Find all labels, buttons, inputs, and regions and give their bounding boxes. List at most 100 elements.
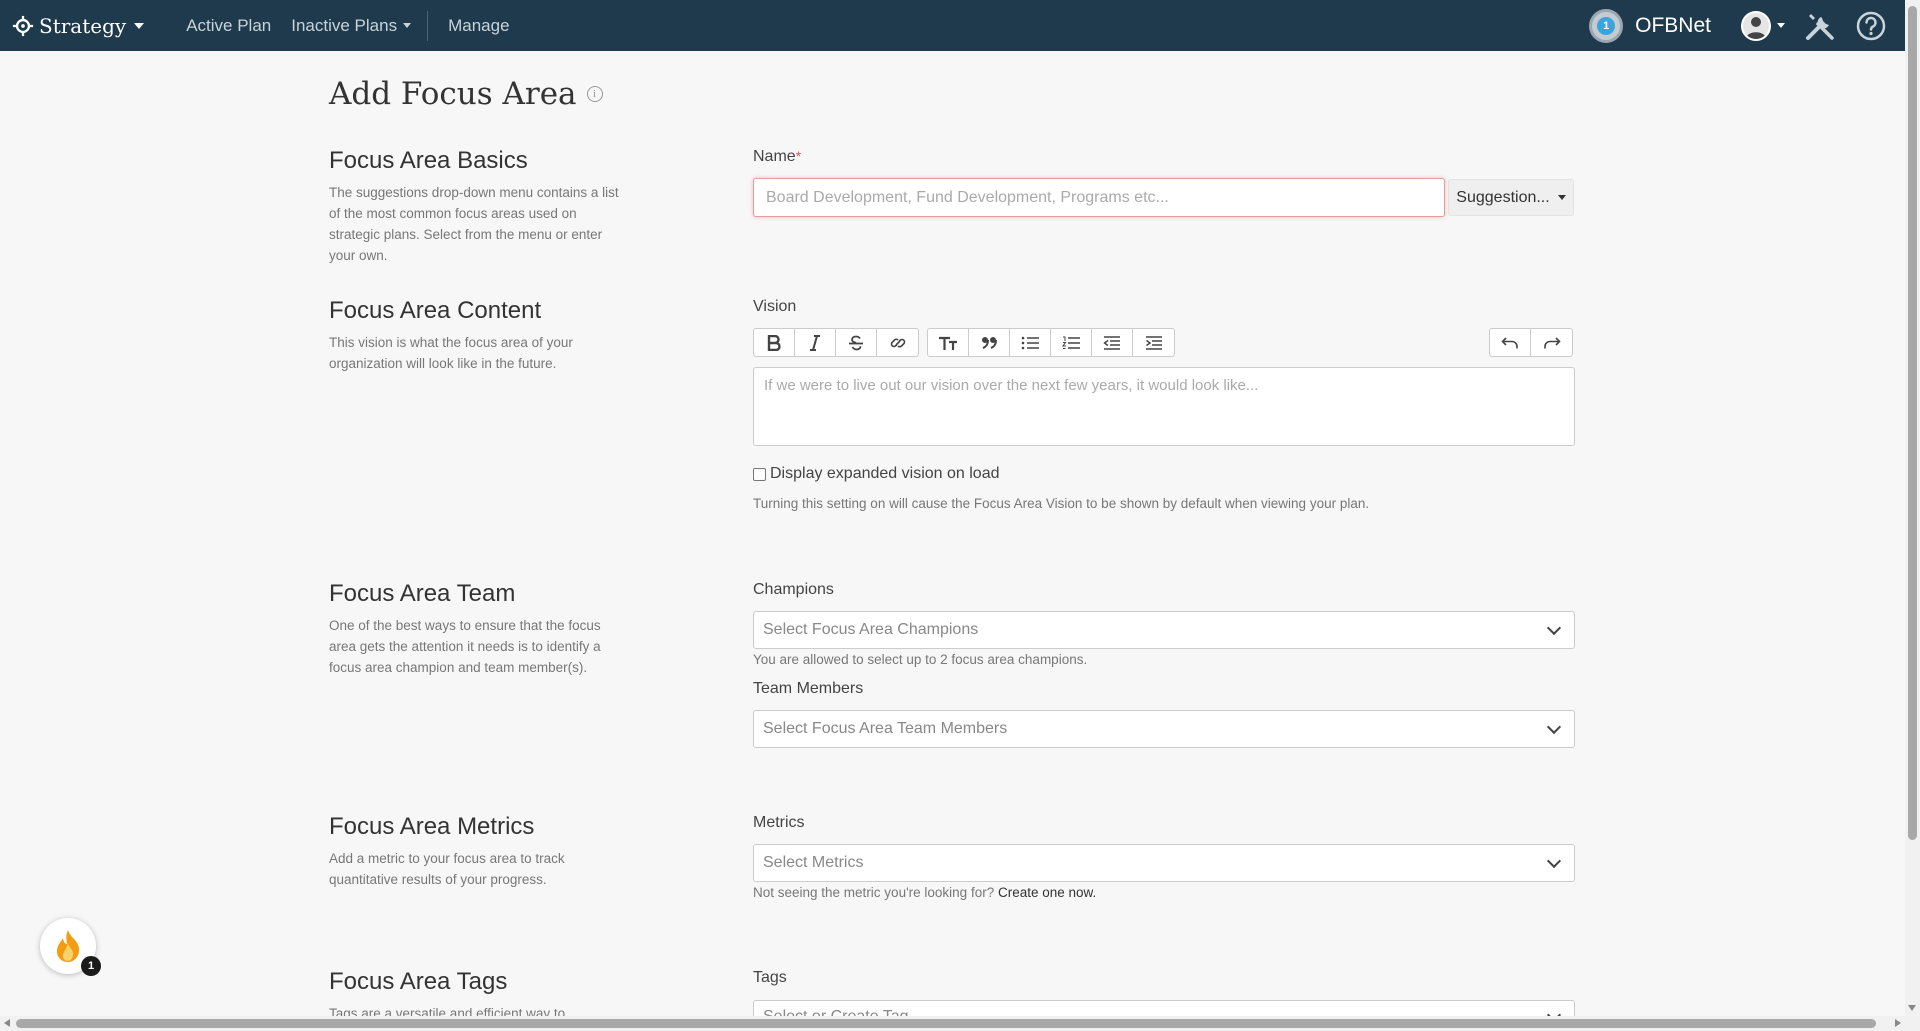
- team-members-label: Team Members: [753, 680, 864, 697]
- help-button[interactable]: [1855, 10, 1887, 42]
- display-expanded-checkbox[interactable]: [753, 467, 766, 481]
- brand-menu[interactable]: Strategy: [12, 13, 145, 38]
- vertical-scroll-thumb[interactable]: [1908, 6, 1917, 840]
- org-badge: 1: [1597, 16, 1616, 35]
- tags-label: Tags: [753, 969, 787, 986]
- champions-placeholder: Select Focus Area Champions: [763, 621, 979, 638]
- nav-divider: [427, 10, 429, 41]
- quote-icon: [982, 336, 997, 349]
- metrics-help-text: Not seeing the metric you're looking for…: [753, 885, 995, 900]
- section-desc-basics: The suggestions drop-down menu contains …: [329, 185, 619, 263]
- display-expanded-row: Display expanded vision on load: [753, 465, 999, 483]
- name-input[interactable]: [753, 178, 1445, 217]
- history-group: [1489, 328, 1573, 357]
- create-metric-link[interactable]: Create one now.: [998, 885, 1096, 900]
- suggestion-label: Suggestion...: [1456, 188, 1550, 206]
- display-expanded-help: Turning this setting on will cause the F…: [753, 496, 1370, 511]
- section-title-tags: Focus Area Tags: [329, 968, 508, 995]
- scroll-right-arrow-icon[interactable]: [1895, 1019, 1901, 1027]
- suggestion-dropdown[interactable]: Suggestion...: [1448, 179, 1574, 216]
- outdent-icon: [1103, 335, 1120, 350]
- org-logo-icon[interactable]: 1: [1589, 8, 1624, 43]
- vertical-scrollbar[interactable]: [1905, 0, 1920, 1031]
- team-members-select[interactable]: Select Focus Area Team Members: [753, 710, 1575, 748]
- nav-inactive-plans[interactable]: Inactive Plans: [291, 16, 412, 36]
- metrics-placeholder: Select Metrics: [763, 854, 864, 871]
- name-label: Name*: [753, 148, 801, 166]
- italic-icon: [810, 334, 820, 351]
- notification-count-badge: 1: [81, 956, 101, 976]
- undo-icon: [1501, 336, 1518, 348]
- editor-toolbar: [753, 328, 1183, 357]
- indent-icon: [1145, 335, 1162, 350]
- chevron-down-icon: [134, 22, 145, 29]
- team-members-placeholder: Select Focus Area Team Members: [763, 720, 1008, 737]
- section-title-basics: Focus Area Basics: [329, 147, 528, 174]
- required-marker: *: [795, 148, 802, 164]
- link-button[interactable]: [877, 329, 918, 356]
- scroll-down-arrow-icon[interactable]: [1908, 1005, 1916, 1011]
- section-desc-team: One of the best ways to ensure that the …: [329, 618, 601, 675]
- user-icon: [1746, 16, 1766, 39]
- section-desc-content: This vision is what the focus area of yo…: [329, 335, 573, 371]
- numbered-list-button[interactable]: [1051, 329, 1092, 356]
- bold-button[interactable]: [754, 329, 795, 356]
- quote-button[interactable]: [969, 329, 1010, 356]
- help-icon: [1856, 11, 1886, 40]
- section-desc-metrics: Add a metric to your focus area to track…: [329, 851, 565, 887]
- format-group: [753, 328, 919, 357]
- redo-button[interactable]: [1531, 329, 1572, 356]
- nav-manage[interactable]: Manage: [448, 16, 509, 36]
- bullet-list-button[interactable]: [1010, 329, 1051, 356]
- metrics-label: Metrics: [753, 814, 805, 831]
- strikethrough-button[interactable]: [836, 329, 877, 356]
- metrics-help: Not seeing the metric you're looking for…: [753, 885, 1096, 900]
- chevron-down-icon: [403, 23, 412, 28]
- name-label-text: Name: [753, 148, 796, 165]
- fire-icon: [57, 930, 80, 962]
- section-title-content: Focus Area Content: [329, 297, 542, 324]
- champions-select[interactable]: Select Focus Area Champions: [753, 611, 1575, 649]
- scroll-left-arrow-icon[interactable]: [4, 1019, 10, 1027]
- section-title-team: Focus Area Team: [329, 580, 516, 607]
- link-icon: [890, 338, 905, 347]
- heading-button[interactable]: [928, 329, 969, 356]
- section-desc-tags: Tags are a versatile and efficient way t…: [329, 1006, 566, 1017]
- page-title-text: Add Focus Area: [329, 76, 577, 112]
- display-expanded-label[interactable]: Display expanded vision on load: [770, 465, 999, 483]
- italic-button[interactable]: [795, 329, 836, 356]
- chevron-down-icon: [1777, 23, 1785, 28]
- user-menu[interactable]: [1741, 10, 1785, 41]
- text-size-icon: [939, 336, 957, 350]
- strikethrough-icon: [849, 335, 863, 350]
- undo-button[interactable]: [1490, 329, 1531, 356]
- chevron-down-icon: [1546, 719, 1562, 734]
- block-group: [927, 328, 1175, 357]
- outdent-button[interactable]: [1092, 329, 1133, 356]
- bold-icon: [767, 334, 781, 351]
- redo-icon: [1543, 336, 1561, 348]
- champions-label: Champions: [753, 581, 834, 598]
- chevron-down-icon: [1557, 195, 1566, 200]
- metrics-select[interactable]: Select Metrics: [753, 844, 1575, 882]
- info-icon[interactable]: i: [586, 86, 603, 102]
- horizontal-scroll-thumb[interactable]: [16, 1019, 1876, 1028]
- vision-label: Vision: [753, 298, 797, 315]
- avatar: [1741, 10, 1771, 41]
- brand-label: Strategy: [39, 13, 127, 38]
- page-title: Add Focus Area i: [329, 76, 603, 112]
- tags-select[interactable]: Select or Create Tag: [753, 1000, 1575, 1017]
- horizontal-scrollbar[interactable]: [0, 1016, 1905, 1031]
- top-nav: Strategy Active Plan Inactive Plans Mana…: [0, 0, 1905, 51]
- vision-editor[interactable]: [753, 367, 1575, 446]
- champions-help: You are allowed to select up to 2 focus …: [753, 652, 1088, 667]
- chevron-down-icon: [1546, 853, 1562, 868]
- chevron-down-icon: [1546, 620, 1562, 635]
- numbered-list-icon: [1062, 336, 1080, 349]
- nav-active-plan[interactable]: Active Plan: [186, 16, 271, 36]
- org-name[interactable]: OFBNet: [1635, 14, 1711, 38]
- crosshair-icon: [12, 15, 34, 36]
- tools-button[interactable]: [1803, 9, 1837, 43]
- indent-button[interactable]: [1133, 329, 1174, 356]
- bullet-list-icon: [1021, 336, 1039, 349]
